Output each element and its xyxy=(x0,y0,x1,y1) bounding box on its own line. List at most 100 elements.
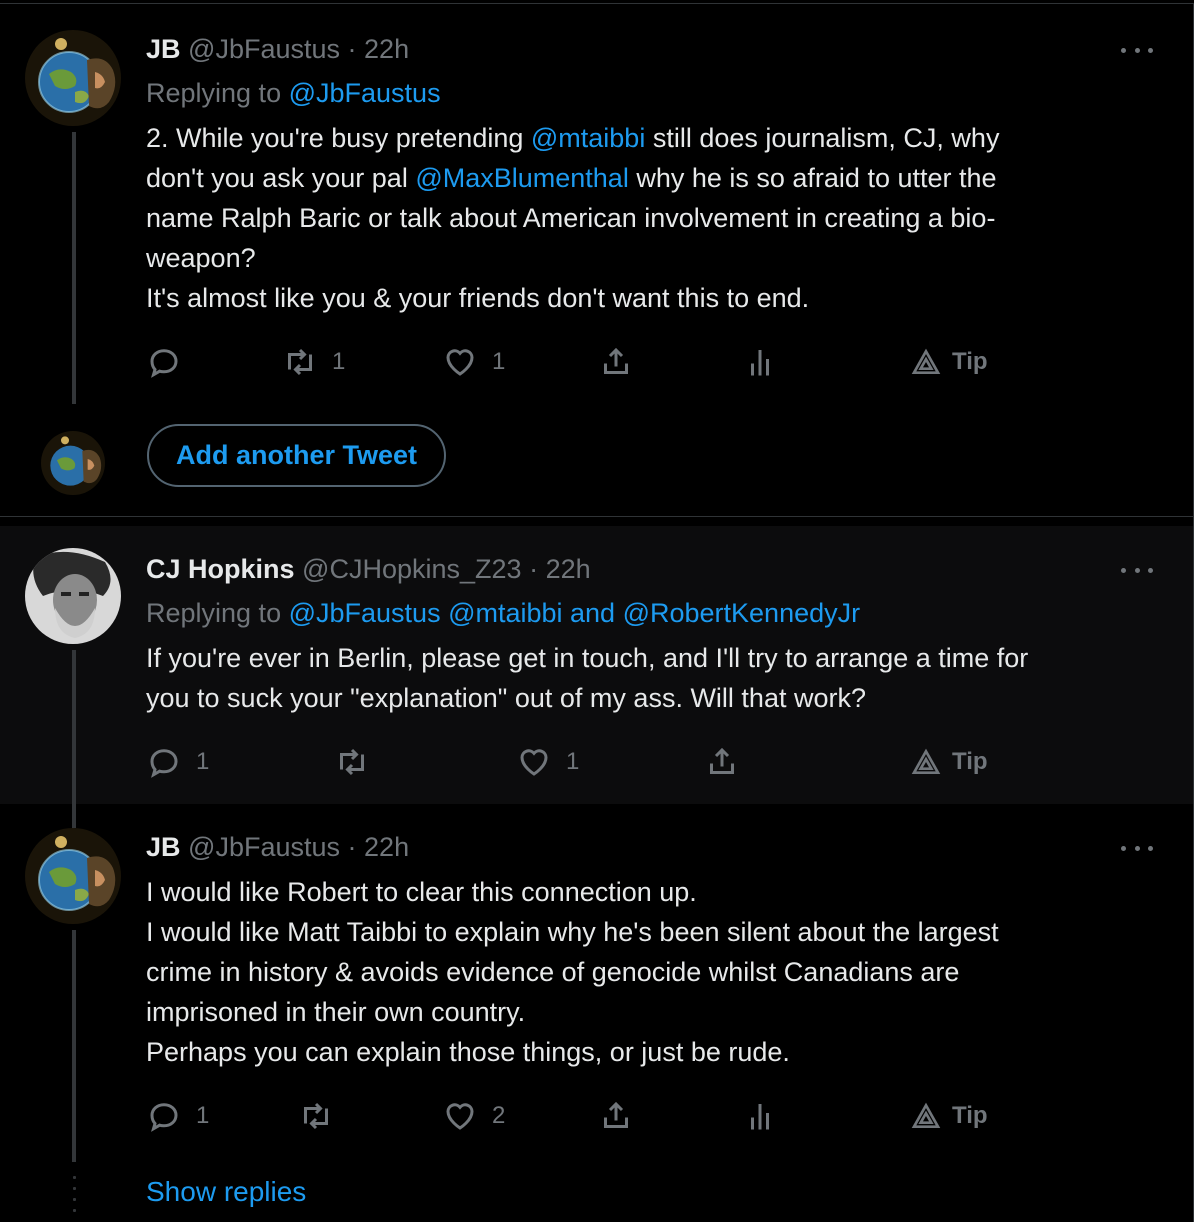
tip-label: Tip xyxy=(952,748,988,775)
tweet-header: CJ Hopkins @CJHopkins_Z23 · 22h xyxy=(146,552,591,586)
retweet-count: 1 xyxy=(332,348,346,375)
heart-icon xyxy=(446,349,474,376)
tweet-text-line: I would like Robert to clear this connec… xyxy=(146,872,1156,912)
author-handle[interactable]: @JbFaustus xyxy=(188,34,340,64)
timestamp[interactable]: 22h xyxy=(546,554,591,584)
author-name[interactable]: JB xyxy=(146,34,181,64)
analytics-icon xyxy=(751,350,769,376)
avatar-cj-hopkins-image xyxy=(25,548,121,644)
tweet-actions: 1 2 Tip xyxy=(146,1096,1006,1136)
tweet-text-line: Perhaps you can explain those things, or… xyxy=(146,1032,1156,1072)
retweet-button[interactable] xyxy=(298,1096,348,1136)
author-handle[interactable]: @JbFaustus xyxy=(188,832,340,862)
heart-icon xyxy=(446,1103,474,1130)
tip-label: Tip xyxy=(952,1102,988,1129)
reply-icon xyxy=(150,349,178,378)
tweet-text-line: I would like Matt Taibbi to explain why … xyxy=(146,912,1156,952)
tweet-text: 2. While you're busy pretending @mtaibbi… xyxy=(146,118,1156,318)
mention-link[interactable]: @mtaibbi xyxy=(531,123,645,153)
share-icon xyxy=(604,1101,628,1128)
heart-icon xyxy=(520,749,548,776)
retweet-button[interactable] xyxy=(334,742,384,782)
retweet-icon xyxy=(288,348,312,376)
avatar-jb[interactable] xyxy=(25,30,121,126)
tip-label: Tip xyxy=(952,348,988,375)
tip-icon xyxy=(911,1102,941,1128)
compose-avatar[interactable] xyxy=(41,431,105,495)
tweet-text-segment: Perhaps you can explain those things, or… xyxy=(146,1037,790,1067)
replying-prefix: Replying to xyxy=(146,598,282,628)
author-handle[interactable]: @CJHopkins_Z23 xyxy=(302,554,522,584)
tweet-text-line: you to suck your "explanation" out of my… xyxy=(146,678,1156,718)
thread-more-dots xyxy=(73,1176,77,1220)
share-button[interactable] xyxy=(598,1096,634,1136)
reply-button[interactable]: 1 xyxy=(146,742,209,782)
replying-to-link[interactable]: @JbFaustus @mtaibbi and @RobertKennedyJr xyxy=(289,598,861,628)
analytics-icon xyxy=(751,1104,769,1130)
compose-avatar-image xyxy=(41,431,105,495)
reply-count: 1 xyxy=(196,1102,210,1129)
share-button[interactable] xyxy=(704,742,740,782)
tweet-text-segment: imprisoned in their own country. xyxy=(146,997,526,1027)
avatar-jb[interactable] xyxy=(25,828,121,924)
analytics-button[interactable] xyxy=(742,1096,778,1136)
tweet-text-line: don't you ask your pal @MaxBlumenthal wh… xyxy=(146,158,1156,198)
tweet-2[interactable]: CJ Hopkins @CJHopkins_Z23 · 22h Replying… xyxy=(0,526,1193,804)
timestamp[interactable]: 22h xyxy=(364,832,409,862)
replying-prefix: Replying to xyxy=(146,78,282,108)
tweet-text-segment: If you're ever in Berlin, please get in … xyxy=(146,643,1029,673)
tweet-text-segment: I would like Matt Taibbi to explain why … xyxy=(146,917,999,947)
like-button[interactable]: 1 xyxy=(442,342,505,382)
analytics-button[interactable] xyxy=(742,342,778,382)
tweet-3[interactable]: JB @JbFaustus · 22h I would like Robert … xyxy=(0,804,1193,1222)
like-button[interactable]: 1 xyxy=(516,742,579,782)
thread-line xyxy=(72,930,76,1162)
reply-button[interactable]: 1 xyxy=(146,1096,209,1136)
author-name[interactable]: CJ Hopkins xyxy=(146,554,295,584)
tweet-text-segment: 2. While you're busy pretending xyxy=(146,123,531,153)
avatar-jb-image xyxy=(25,30,121,126)
tweet-text-line: It's almost like you & your friends don'… xyxy=(146,278,1156,318)
timestamp[interactable]: 22h xyxy=(364,34,409,64)
more-icon[interactable] xyxy=(1121,838,1153,858)
more-icon[interactable] xyxy=(1121,560,1153,580)
tweet-text: If you're ever in Berlin, please get in … xyxy=(146,638,1156,718)
show-replies-link[interactable]: Show replies xyxy=(146,1176,306,1208)
tweet-text-line: imprisoned in their own country. xyxy=(146,992,1156,1032)
tip-icon xyxy=(911,748,941,774)
add-another-tweet-button[interactable]: Add another Tweet xyxy=(147,424,446,487)
like-button[interactable]: 2 xyxy=(442,1096,505,1136)
tweet-text-segment: It's almost like you & your friends don'… xyxy=(146,283,810,313)
tweet-text-line: crime in history & avoids evidence of ge… xyxy=(146,952,1156,992)
tweet-text-line: 2. While you're busy pretending @mtaibbi… xyxy=(146,118,1156,158)
tweet-header: JB @JbFaustus · 22h xyxy=(146,830,409,864)
separator-dot: · xyxy=(347,34,357,64)
thread-line xyxy=(72,804,76,828)
tweet-text-segment: weapon? xyxy=(146,243,256,273)
tweet-text-segment: don't you ask your pal xyxy=(146,163,416,193)
tip-button[interactable]: Tip xyxy=(910,1096,988,1136)
section-divider xyxy=(0,516,1194,517)
replying-to: Replying to @JbFaustus xyxy=(146,76,441,110)
more-icon[interactable] xyxy=(1121,40,1153,60)
tweet-text-segment: still does journalism, CJ, why xyxy=(645,123,1000,153)
avatar-cj-hopkins[interactable] xyxy=(25,548,121,644)
tip-button[interactable]: Tip xyxy=(910,342,988,382)
share-button[interactable] xyxy=(598,342,634,382)
mention-link[interactable]: @MaxBlumenthal xyxy=(415,163,629,193)
retweet-icon xyxy=(304,1102,328,1130)
replying-to-link[interactable]: @JbFaustus xyxy=(289,78,441,108)
reply-button[interactable] xyxy=(146,342,196,382)
tweet-text-line: name Ralph Baric or talk about American … xyxy=(146,198,1156,238)
tweet-actions: 1 1 Tip xyxy=(146,342,1006,382)
tweet-actions: 1 1 Tip xyxy=(146,742,1006,782)
replying-to: Replying to @JbFaustus @mtaibbi and @Rob… xyxy=(146,596,860,630)
tweet-header: JB @JbFaustus · 22h xyxy=(146,32,409,66)
author-name[interactable]: JB xyxy=(146,832,181,862)
tweet-text: I would like Robert to clear this connec… xyxy=(146,872,1156,1072)
tweet-text-segment: crime in history & avoids evidence of ge… xyxy=(146,957,960,987)
tweet-text-line: If you're ever in Berlin, please get in … xyxy=(146,638,1156,678)
retweet-button[interactable]: 1 xyxy=(282,342,345,382)
tip-button[interactable]: Tip xyxy=(910,742,988,782)
tip-icon xyxy=(911,348,941,374)
